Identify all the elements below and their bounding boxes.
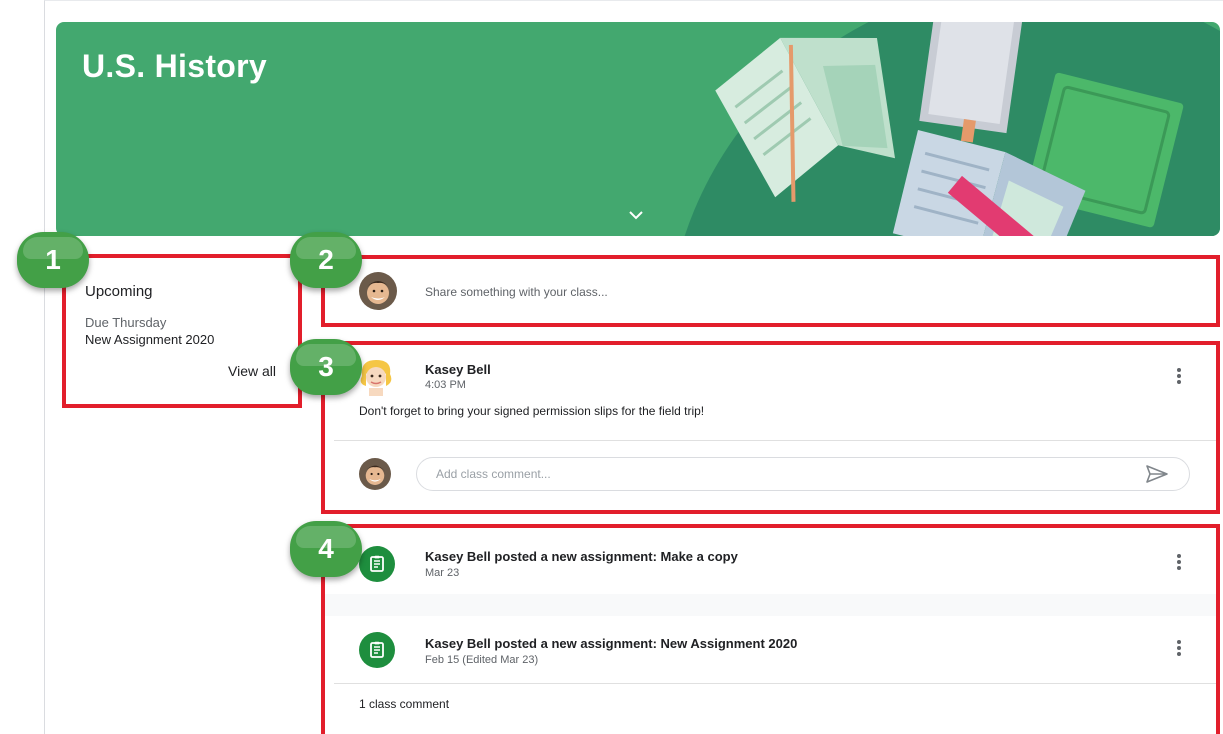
highlight-box-3	[321, 341, 1220, 514]
callout-badge-1: 1	[17, 232, 89, 288]
chevron-down-icon[interactable]	[624, 206, 648, 224]
class-title: U.S. History	[82, 48, 267, 84]
callout-badge-4: 4	[290, 521, 362, 577]
highlight-box-1	[62, 254, 302, 408]
class-banner: U.S. History	[56, 22, 1220, 236]
highlight-box-4	[321, 524, 1220, 734]
callout-badge-2: 2	[290, 232, 362, 288]
callout-badge-3: 3	[290, 339, 362, 395]
highlight-box-2	[321, 255, 1220, 327]
